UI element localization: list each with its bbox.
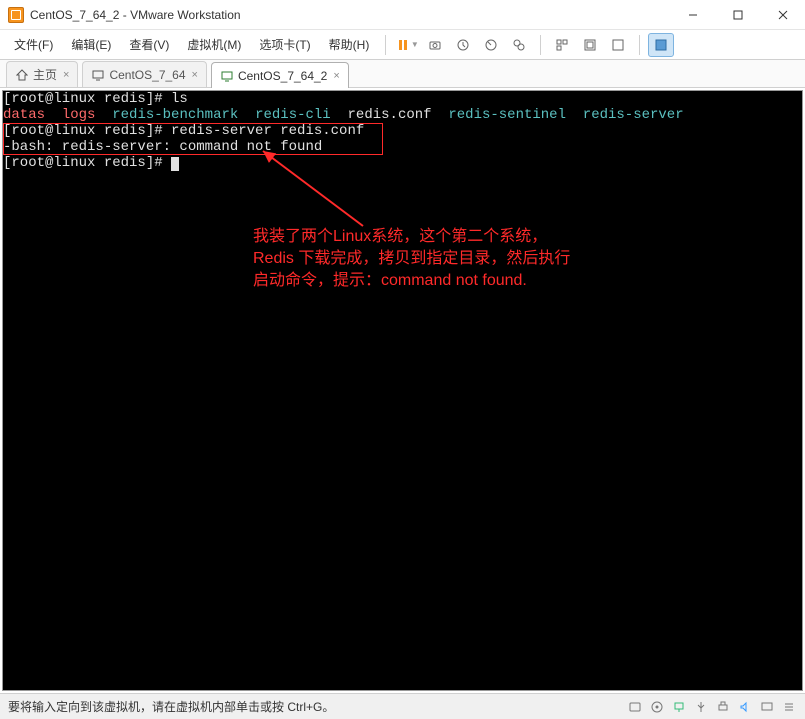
app-icon	[8, 7, 24, 23]
terminal-line: [root@linux redis]# ls	[3, 91, 802, 107]
close-icon[interactable]: ×	[192, 69, 198, 81]
home-icon	[15, 68, 29, 82]
snapshot-manager-button[interactable]	[506, 33, 532, 57]
console-view-button[interactable]	[648, 33, 674, 57]
monitor-icon	[91, 68, 105, 82]
annotation-text: 我装了两个Linux系统，这个第二个系统， Redis 下载完成，拷贝到指定目录…	[253, 226, 570, 292]
maximize-button[interactable]	[715, 0, 760, 29]
pause-button[interactable]: ▼	[394, 33, 420, 57]
tab-label: CentOS_7_64_2	[238, 69, 327, 83]
menu-icon[interactable]	[781, 699, 797, 715]
close-button[interactable]	[760, 0, 805, 29]
tab-centos-1[interactable]: CentOS_7_64 ×	[82, 61, 207, 87]
revert-snapshot-button[interactable]	[478, 33, 504, 57]
snapshot-button[interactable]	[450, 33, 476, 57]
menubar: 文件(F) 编辑(E) 查看(V) 虚拟机(M) 选项卡(T) 帮助(H) ▼	[0, 30, 805, 60]
disk-icon[interactable]	[627, 699, 643, 715]
menu-help[interactable]: 帮助(H)	[321, 32, 378, 57]
window-title: CentOS_7_64_2 - VMware Workstation	[30, 8, 670, 22]
tab-label: 主页	[33, 66, 57, 83]
separator	[639, 35, 640, 55]
usb-icon[interactable]	[693, 699, 709, 715]
terminal-line: [root@linux redis]#	[3, 155, 802, 171]
cursor	[171, 157, 179, 171]
toolbar: ▼	[394, 33, 674, 57]
window-controls	[670, 0, 805, 29]
menu-view[interactable]: 查看(V)	[121, 32, 177, 57]
terminal-line: -bash: redis-server: command not found	[3, 139, 802, 155]
display-icon[interactable]	[759, 699, 775, 715]
tab-centos-2[interactable]: CentOS_7_64_2 ×	[211, 62, 349, 88]
menu-tabs[interactable]: 选项卡(T)	[251, 32, 318, 57]
screenshot-button[interactable]	[422, 33, 448, 57]
terminal-line: datas logs redis-benchmark redis-cli red…	[3, 107, 802, 123]
sound-icon[interactable]	[737, 699, 753, 715]
separator	[540, 35, 541, 55]
cd-icon[interactable]	[649, 699, 665, 715]
window-titlebar: CentOS_7_64_2 - VMware Workstation	[0, 0, 805, 30]
monitor-icon	[220, 69, 234, 83]
separator	[385, 35, 386, 55]
tab-label: CentOS_7_64	[109, 68, 185, 82]
fullscreen-button[interactable]	[605, 33, 631, 57]
menu-file[interactable]: 文件(F)	[6, 32, 61, 57]
status-text: 要将输入定向到该虚拟机，请在虚拟机内部单击或按 Ctrl+G。	[8, 698, 627, 715]
close-icon[interactable]: ×	[63, 69, 69, 81]
network-icon[interactable]	[671, 699, 687, 715]
minimize-button[interactable]	[670, 0, 715, 29]
tray	[627, 699, 797, 715]
unity-button[interactable]	[577, 33, 603, 57]
thumbnail-view-button[interactable]	[549, 33, 575, 57]
menu-vm[interactable]: 虚拟机(M)	[179, 32, 249, 57]
menu-edit[interactable]: 编辑(E)	[63, 32, 119, 57]
terminal[interactable]: [root@linux redis]# ls datas logs redis-…	[2, 90, 803, 691]
tabbar: 主页 × CentOS_7_64 × CentOS_7_64_2 ×	[0, 60, 805, 88]
tab-home[interactable]: 主页 ×	[6, 61, 78, 87]
close-icon[interactable]: ×	[333, 70, 339, 82]
printer-icon[interactable]	[715, 699, 731, 715]
statusbar: 要将输入定向到该虚拟机，请在虚拟机内部单击或按 Ctrl+G。	[0, 693, 805, 719]
terminal-line: [root@linux redis]# redis-server redis.c…	[3, 123, 802, 139]
